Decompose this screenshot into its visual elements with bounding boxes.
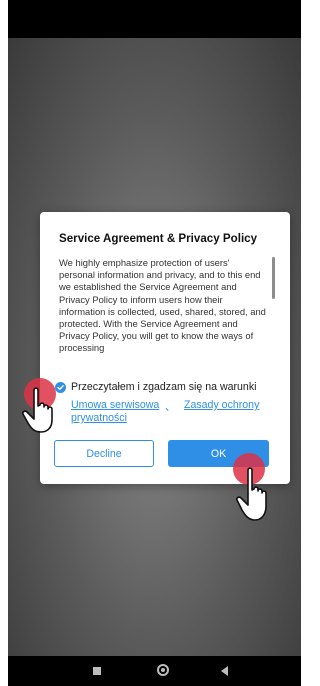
- status-bar: [8, 0, 301, 38]
- privacy-policy-dialog: Service Agreement & Privacy Policy We hi…: [40, 212, 290, 484]
- decline-button-label: Decline: [86, 447, 122, 460]
- pointing-hand-icon: [22, 387, 53, 433]
- ok-button-label: OK: [210, 447, 227, 460]
- pointing-hand-icon: [236, 467, 267, 521]
- square-icon[interactable]: [93, 667, 101, 675]
- service-agreement-link[interactable]: Umowa serwisowa: [71, 399, 159, 411]
- dialog-title: Service Agreement & Privacy Policy: [59, 232, 258, 245]
- dialog-body-text[interactable]: We highly emphasize protection of users'…: [59, 257, 267, 369]
- triangle-back-icon[interactable]: [221, 666, 228, 676]
- scrollbar[interactable]: [272, 257, 276, 369]
- decline-button[interactable]: Decline: [54, 440, 154, 467]
- phone-screen: Service Agreement & Privacy Policy We hi…: [8, 0, 301, 686]
- privacy-policy-link[interactable]: Zasady ochrony: [184, 399, 259, 411]
- link-separator: 、: [165, 401, 176, 413]
- scrollbar-thumb[interactable]: [272, 257, 275, 299]
- privacy-policy-link-continued[interactable]: prywatności: [71, 412, 127, 424]
- navigation-bar: [8, 656, 301, 686]
- consent-label: Przeczytałem i zgadzam się na warunki: [71, 381, 257, 393]
- circle-icon[interactable]: [157, 664, 169, 676]
